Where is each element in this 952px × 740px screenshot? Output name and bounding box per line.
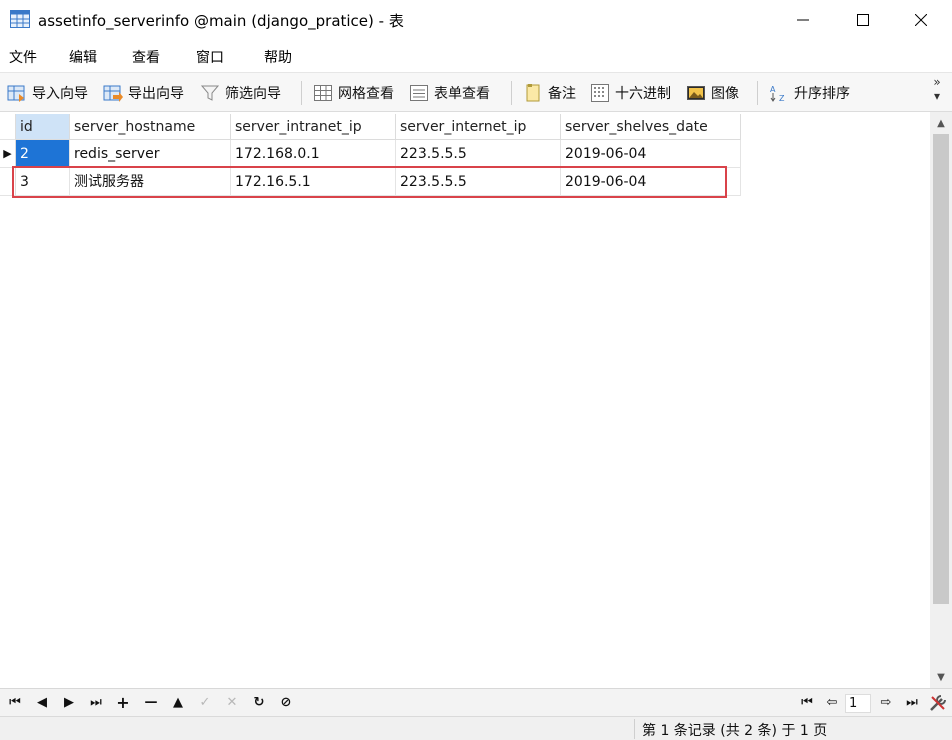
last-page-icon[interactable]: ⏭ — [901, 693, 923, 713]
cancel-changes-icon[interactable]: ✕ — [221, 693, 243, 713]
export-wizard-button[interactable]: 导出向导 — [103, 81, 184, 105]
image-button[interactable]: 图像 — [686, 81, 739, 105]
page-number-input[interactable]: 1 — [845, 694, 871, 713]
move-up-icon[interactable]: ▲ — [167, 693, 189, 713]
status-divider — [634, 719, 635, 739]
form-icon — [410, 85, 428, 101]
table-cell[interactable]: 223.5.5.5 — [396, 140, 561, 168]
toolbar-overflow-button[interactable]: » ▾ — [930, 75, 944, 103]
toolbar-divider — [511, 81, 512, 105]
last-record-icon[interactable]: ⏭ — [85, 693, 107, 713]
column-header-server-internet-ip[interactable]: server_internet_ip — [396, 114, 561, 140]
title-bar: assetinfo_serverinfo @main (django_prati… — [0, 0, 952, 40]
memo-button[interactable]: 备注 — [523, 81, 576, 105]
svg-text:A: A — [770, 85, 776, 94]
filter-icon — [200, 85, 220, 101]
sort-ascending-label: 升序排序 — [794, 86, 850, 102]
minimize-button[interactable] — [780, 0, 826, 40]
row-highlight-annotation — [12, 166, 727, 198]
menu-edit[interactable]: 编辑 — [69, 47, 97, 67]
hex-label: 十六进制 — [615, 86, 671, 102]
window-title: assetinfo_serverinfo @main (django_prati… — [38, 12, 404, 30]
filter-wizard-label: 筛选向导 — [225, 86, 281, 102]
column-header-server-shelves-date[interactable]: server_shelves_date — [561, 114, 741, 140]
column-header-server-intranet-ip[interactable]: server_intranet_ip — [231, 114, 396, 140]
toolbar: 导入向导 导出向导 筛选向导 网格查看 表单查看 备注 十六进制 图像 A Z … — [0, 72, 952, 112]
refresh-icon[interactable]: ↻ — [248, 693, 270, 713]
stop-icon[interactable]: ⊘ — [275, 693, 297, 713]
menu-file[interactable]: 文件 — [9, 47, 37, 67]
close-button[interactable] — [898, 0, 944, 40]
menu-view[interactable]: 查看 — [132, 47, 160, 67]
table-cell[interactable]: 2 — [16, 140, 70, 168]
form-view-label: 表单查看 — [434, 86, 490, 102]
maximize-icon — [857, 14, 869, 26]
scroll-down-icon[interactable]: ▼ — [930, 668, 952, 688]
record-status-text: 第 1 条记录 (共 2 条) 于 1 页 — [642, 723, 828, 739]
vertical-scrollbar[interactable]: ▲ ▼ — [930, 112, 952, 688]
memo-icon — [526, 84, 540, 102]
apply-changes-icon[interactable]: ✓ — [194, 693, 216, 713]
form-view-button[interactable]: 表单查看 — [409, 81, 490, 105]
sort-az-icon: A Z — [770, 85, 785, 103]
image-icon — [687, 86, 705, 100]
image-label: 图像 — [711, 86, 739, 102]
hex-button[interactable]: 十六进制 — [590, 81, 671, 105]
export-icon — [103, 85, 123, 102]
first-page-icon[interactable]: ⏮ — [796, 693, 818, 713]
maximize-button[interactable] — [840, 0, 886, 40]
menu-window[interactable]: 窗口 — [196, 47, 224, 67]
sort-ascending-button[interactable]: A Z 升序排序 — [769, 81, 850, 105]
scroll-up-icon[interactable]: ▲ — [930, 114, 952, 134]
delete-record-icon[interactable]: — — [140, 693, 162, 713]
hex-icon — [591, 84, 609, 102]
grid-view-label: 网格查看 — [338, 86, 394, 102]
memo-label: 备注 — [548, 86, 576, 102]
table-cell[interactable]: 2019-06-04 — [561, 140, 741, 168]
settings-tools-icon[interactable] — [928, 693, 948, 713]
grid-view-button[interactable]: 网格查看 — [313, 81, 394, 105]
toolbar-divider — [757, 81, 758, 105]
chevron-down-icon: ▾ — [933, 89, 941, 103]
first-record-icon[interactable]: ⏮ — [4, 693, 26, 713]
header-corner — [0, 114, 16, 140]
svg-text:Z: Z — [779, 94, 785, 103]
prev-record-icon[interactable]: ◀ — [31, 693, 53, 713]
column-header-server-hostname[interactable]: server_hostname — [70, 114, 231, 140]
record-navigator: ⏮ ◀ ▶ ⏭ + — ▲ ✓ ✕ ↻ ⊘ ⏮ ⇦ 1 ⇨ ⏭ — [0, 688, 952, 716]
column-header-id[interactable]: id — [16, 114, 70, 140]
import-wizard-button[interactable]: 导入向导 — [7, 81, 88, 105]
scrollbar-thumb[interactable] — [933, 134, 949, 604]
grid-icon — [314, 85, 332, 101]
menu-bar: 文件 编辑 查看 窗口 帮助 — [0, 40, 952, 72]
current-row-marker: ▶ — [0, 140, 16, 168]
filter-wizard-button[interactable]: 筛选向导 — [200, 81, 281, 105]
table-icon — [10, 10, 30, 28]
close-icon — [915, 14, 927, 26]
import-wizard-label: 导入向导 — [32, 86, 88, 102]
status-bar: 第 1 条记录 (共 2 条) 于 1 页 — [0, 716, 952, 740]
toolbar-divider — [301, 81, 302, 105]
prev-page-icon[interactable]: ⇦ — [821, 693, 843, 713]
data-grid: id server_hostname server_intranet_ip se… — [0, 112, 930, 688]
table-cell[interactable]: 172.168.0.1 — [231, 140, 396, 168]
export-wizard-label: 导出向导 — [128, 86, 184, 102]
menu-help[interactable]: 帮助 — [264, 47, 292, 67]
import-icon — [7, 85, 25, 102]
next-page-icon[interactable]: ⇨ — [875, 693, 897, 713]
minimize-icon — [797, 19, 809, 21]
next-record-icon[interactable]: ▶ — [58, 693, 80, 713]
add-record-icon[interactable]: + — [112, 693, 134, 713]
table-cell[interactable]: redis_server — [70, 140, 231, 168]
chevron-double-right-icon: » — [933, 75, 941, 89]
